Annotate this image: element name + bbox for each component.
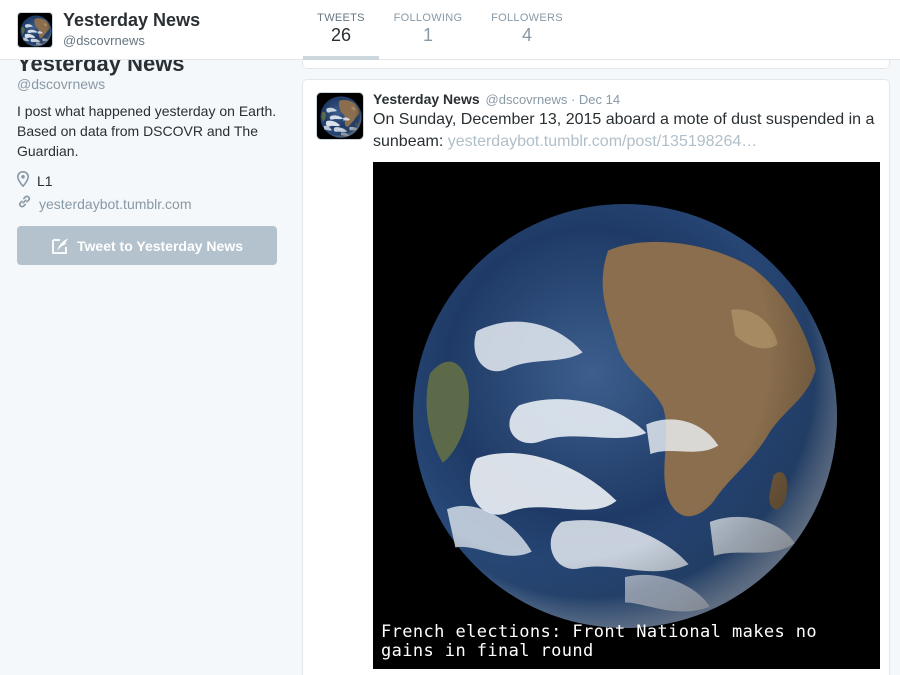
- tweet-text: On Sunday, December 13, 2015 aboard a mo…: [373, 109, 885, 153]
- location-text: L1: [37, 173, 53, 189]
- tweet-avatar[interactable]: [316, 92, 364, 140]
- tab-following[interactable]: FOLLOWING 1: [392, 12, 464, 60]
- tweet-to-label: Tweet to Yesterday News: [77, 237, 243, 254]
- top-profile-handle: @dscovrnews: [63, 33, 145, 48]
- tweet-separator: ·: [567, 92, 579, 107]
- profile-url[interactable]: yesterdaybot.tumblr.com: [17, 195, 192, 213]
- tweet-author-name[interactable]: Yesterday News: [373, 91, 480, 107]
- profile-top-bar: Yesterday News @dscovrnews TWEETS 26 FOL…: [0, 0, 900, 60]
- tab-tweets[interactable]: TWEETS 26: [303, 12, 379, 60]
- tweets-label: TWEETS: [317, 12, 365, 24]
- active-tab-indicator: [303, 56, 379, 60]
- following-label: FOLLOWING: [393, 12, 463, 24]
- top-profile-name[interactable]: Yesterday News: [63, 10, 200, 31]
- earth-photo: [373, 162, 880, 669]
- tweet-date[interactable]: Dec 14: [579, 92, 620, 107]
- followers-label: FOLLOWERS: [491, 12, 563, 24]
- tweet-to-button[interactable]: Tweet to Yesterday News: [17, 226, 277, 265]
- tweet[interactable]: Yesterday News @dscovrnews · Dec 14 On S…: [302, 79, 890, 675]
- tweet-author-handle[interactable]: @dscovrnews: [486, 92, 568, 107]
- link-icon: [17, 194, 32, 214]
- earth-avatar-image: [18, 13, 52, 47]
- tweet-link[interactable]: yesterdaybot.tumblr.com/post/135198264…: [448, 133, 758, 150]
- profile-location: L1: [16, 170, 53, 192]
- profile-bio: I post what happened yesterday on Earth.…: [17, 103, 277, 159]
- url-link[interactable]: yesterdaybot.tumblr.com: [39, 196, 192, 212]
- earth-avatar-image: [317, 93, 363, 139]
- tab-followers[interactable]: FOLLOWERS 4: [490, 12, 564, 60]
- map-pin-icon: [16, 170, 30, 192]
- avatar[interactable]: [17, 12, 53, 48]
- compose-tweet-icon: [51, 237, 71, 255]
- profile-handle: @dscovrnews: [17, 76, 106, 92]
- tweet-media-image[interactable]: French elections: Front National makes n…: [373, 162, 880, 669]
- media-caption: French elections: Front National makes n…: [381, 622, 818, 661]
- followers-count: 4: [521, 25, 532, 45]
- tweets-count: 26: [330, 25, 352, 45]
- tweet-header: Yesterday News @dscovrnews · Dec 14: [373, 91, 620, 107]
- following-count: 1: [422, 25, 433, 45]
